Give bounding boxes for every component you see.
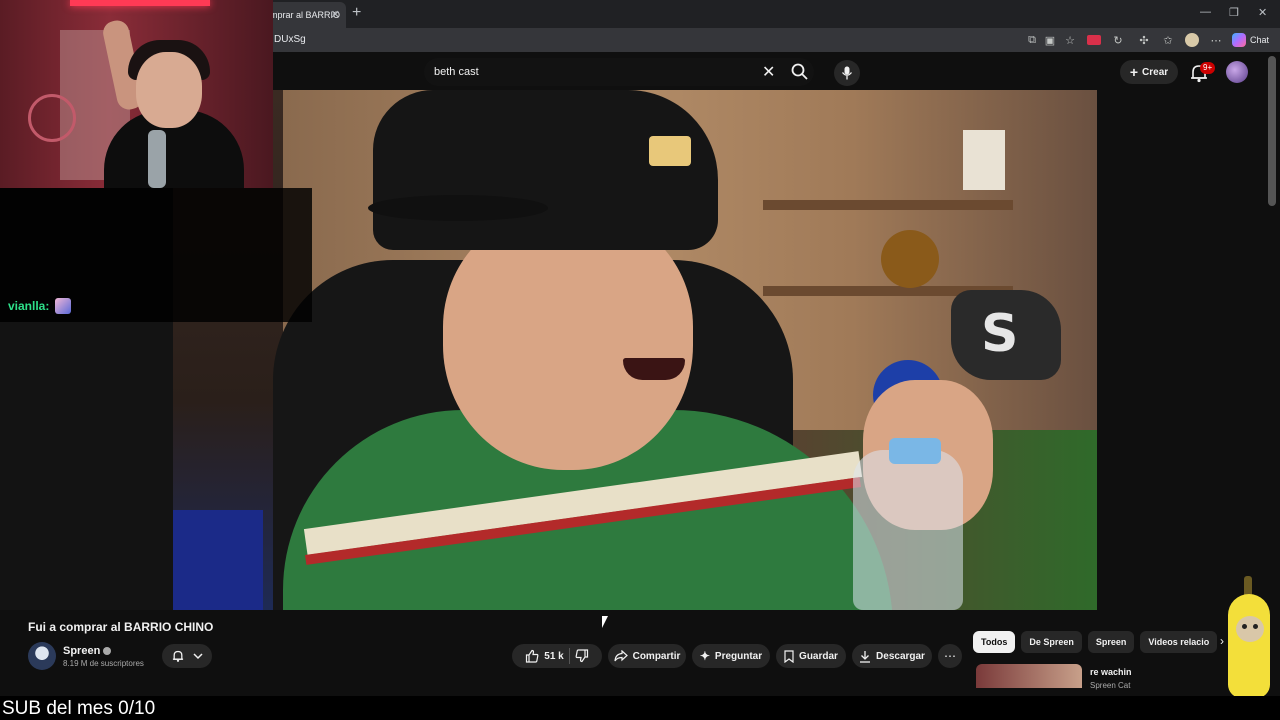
translate-icon[interactable]: ⧉ [1024, 32, 1040, 48]
sparkle-icon: ✦ [699, 649, 710, 663]
channel-name[interactable]: Spreen [63, 645, 112, 657]
related-video-title[interactable]: re wachin [1090, 667, 1132, 677]
chip-spreen[interactable]: Spreen [1087, 631, 1135, 653]
related-video-channel: Spreen Cat [1090, 681, 1131, 690]
sub-goal-text: SUB del mes 0/10 [2, 698, 156, 719]
chat-username: vianlla: [8, 299, 50, 313]
favorites-icon[interactable]: ✩ [1160, 32, 1176, 48]
reader-icon[interactable]: ▣ [1042, 32, 1058, 48]
sub-goal-bar [0, 696, 1280, 720]
profile-extension-icon[interactable] [1184, 32, 1200, 48]
download-button[interactable]: Descargar [852, 644, 932, 668]
video-player[interactable]: S [173, 90, 1097, 610]
thumbs-up-icon [525, 649, 539, 663]
extensions-icon[interactable]: ✣ [1136, 32, 1152, 48]
ask-button[interactable]: ✦ Preguntar [692, 644, 770, 668]
browser-tab[interactable]: mprar al BARRIO ✕ [262, 2, 346, 28]
verified-icon [103, 647, 112, 655]
copilot-chat-button[interactable]: Chat [1232, 31, 1269, 49]
dislike-button[interactable] [575, 649, 589, 663]
chip-all[interactable]: Todos [973, 631, 1016, 653]
favorite-star-icon[interactable]: ☆ [1062, 32, 1078, 48]
url-text[interactable]: DUxSg [274, 34, 306, 45]
related-video-thumbnail[interactable] [976, 664, 1082, 688]
close-window-icon[interactable]: ✕ [1258, 6, 1267, 19]
webcam-overlay [0, 0, 273, 188]
divider [568, 648, 570, 664]
share-icon [613, 650, 628, 662]
channel-avatar[interactable] [28, 642, 56, 670]
create-button[interactable]: + Crear [1120, 60, 1178, 84]
search-input[interactable]: beth cast [434, 66, 479, 78]
clear-search-icon[interactable]: ✕ [762, 62, 775, 82]
minimize-icon[interactable]: — [1200, 6, 1211, 18]
chat-message: vianlla: [8, 298, 72, 314]
like-dislike-group: 51 k [512, 644, 602, 668]
menu-dots-icon[interactable]: ⋯ [1208, 32, 1224, 48]
account-avatar[interactable] [1226, 61, 1248, 83]
tab-title: mprar al BARRIO [270, 10, 341, 20]
water-bottle [853, 450, 963, 610]
like-count: 51 k [544, 650, 564, 662]
copilot-icon [1232, 33, 1246, 47]
refresh-extension-icon[interactable]: ↻ [1110, 32, 1126, 48]
stream-chat-overlay: vianlla: [0, 188, 312, 322]
voice-search-icon[interactable] [834, 60, 860, 86]
chip-related-videos[interactable]: Videos relacio [1140, 631, 1218, 653]
bookmark-icon [784, 649, 794, 663]
subscription-bell-button[interactable] [162, 644, 212, 668]
new-tab-icon[interactable]: + [352, 4, 361, 22]
chevron-down-icon [193, 651, 203, 661]
notification-count-badge: 9+ [1200, 62, 1216, 74]
banana-cat-overlay [1222, 576, 1278, 700]
bell-icon [171, 649, 185, 663]
adblock-extension-icon[interactable] [1086, 32, 1102, 48]
share-button[interactable]: Compartir [608, 644, 686, 668]
overlay-dark-area [0, 322, 173, 610]
save-button[interactable]: Guardar [776, 644, 846, 668]
download-icon [859, 650, 871, 663]
page-scrollbar[interactable] [1268, 56, 1276, 206]
plus-icon: + [1129, 64, 1139, 80]
search-box[interactable]: beth cast ✕ [424, 58, 814, 86]
mouse-cursor [602, 616, 608, 628]
create-label: Crear [1142, 66, 1169, 78]
like-button[interactable]: 51 k [525, 649, 564, 663]
baseball-cap [373, 90, 718, 250]
video-title: Fui a comprar al BARRIO CHINO [28, 620, 214, 634]
screen: mprar al BARRIO ✕ + — ❐ ✕ DUxSg ⧉ ▣ ☆ ↻ … [0, 0, 1280, 720]
chat-label: Chat [1250, 35, 1270, 45]
more-actions-button[interactable]: ⋯ [938, 644, 962, 668]
subscriber-count: 8.19 M de suscriptores [63, 659, 144, 668]
close-tab-icon[interactable]: ✕ [331, 8, 340, 21]
restore-icon[interactable]: ❐ [1229, 6, 1239, 19]
fan [28, 94, 76, 142]
emote-icon [55, 298, 72, 314]
search-icon[interactable] [790, 62, 810, 82]
chip-from-spreen[interactable]: De Spreen [1021, 631, 1082, 653]
webcam-face [136, 52, 202, 128]
related-filter-chips: Todos De Spreen Spreen Videos relacio [973, 631, 1233, 653]
